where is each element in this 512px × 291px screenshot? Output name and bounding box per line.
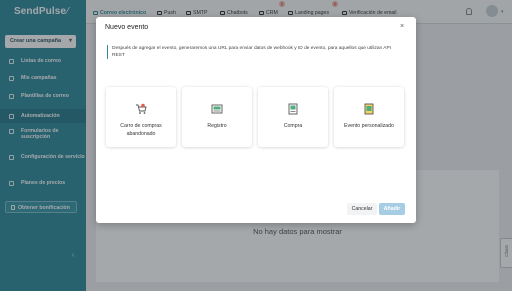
- registration-icon: [211, 104, 223, 114]
- option-registration[interactable]: Registro: [182, 87, 252, 147]
- new-event-modal: Nuevo evento × Después de agregar el eve…: [96, 17, 416, 223]
- cart-icon: [136, 103, 147, 114]
- option-label: Compra: [283, 123, 303, 129]
- option-custom-event[interactable]: Evento personalizado: [334, 87, 404, 147]
- modal-description: Después de agregar el evento, generaremo…: [107, 45, 405, 59]
- modal-title: Nuevo evento: [105, 24, 149, 31]
- add-button[interactable]: Añadir: [379, 203, 405, 215]
- close-icon[interactable]: ×: [400, 23, 404, 30]
- option-abandoned-cart[interactable]: Carro de compras abandonado: [106, 87, 176, 147]
- option-purchase[interactable]: Compra: [258, 87, 328, 147]
- option-label: Evento personalizado: [344, 123, 394, 129]
- option-label: Registro: [207, 123, 227, 129]
- purchase-icon: [288, 103, 298, 115]
- custom-event-icon: [364, 103, 374, 115]
- cancel-button[interactable]: Cancelar: [347, 203, 377, 215]
- option-label: Carro de compras abandonado: [120, 123, 162, 137]
